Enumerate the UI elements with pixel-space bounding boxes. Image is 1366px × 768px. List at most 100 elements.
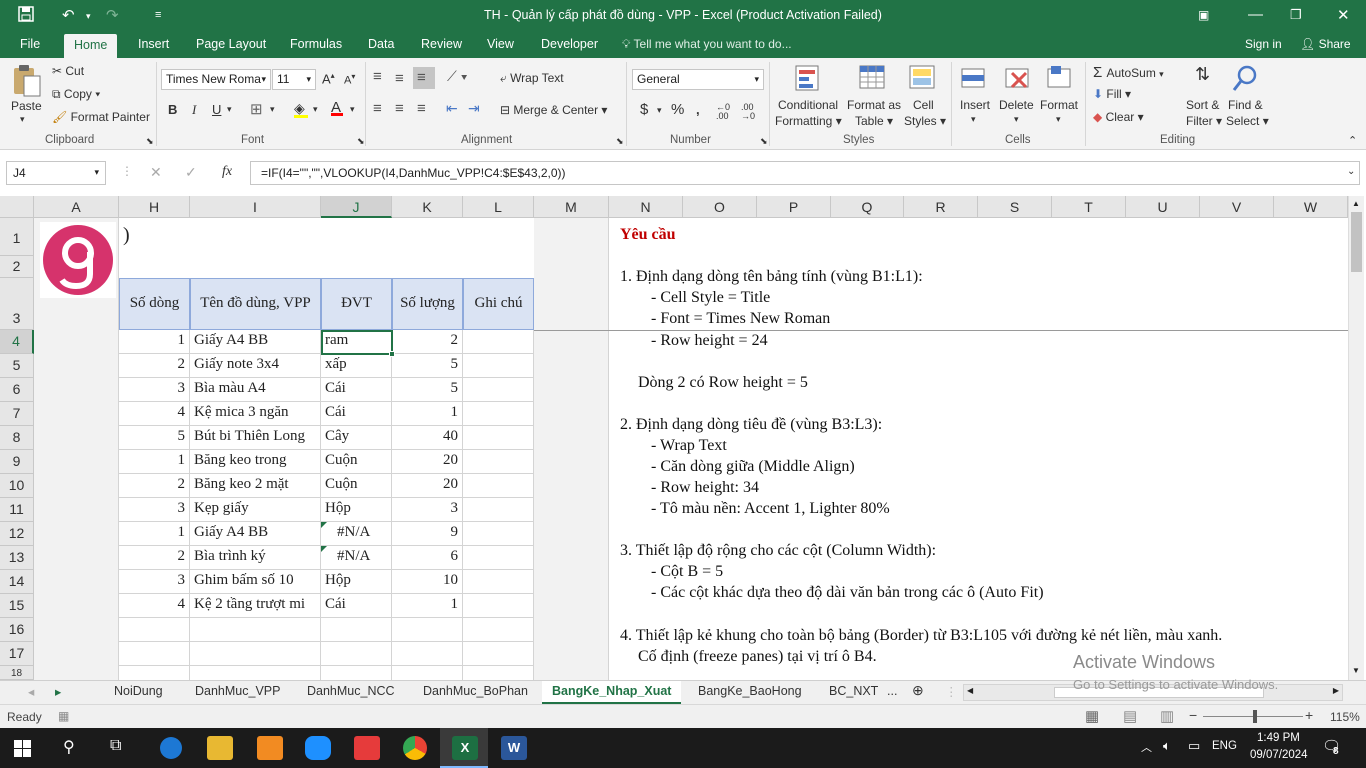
requirement-line[interactable]: Cố định (freeze panes) tại vị trí ô B4. [638, 648, 877, 666]
underline-dropdown-icon[interactable]: ▾ [227, 104, 232, 115]
more-sheets-button[interactable]: ... [887, 684, 897, 698]
table-cell[interactable]: Kệ 2 tầng trượt mi [190, 594, 321, 618]
row-header-11[interactable]: 11 [0, 498, 34, 522]
table-cell[interactable]: Hộp [321, 498, 392, 522]
table-cell[interactable]: Cái [321, 594, 392, 618]
tab-home[interactable]: Home [64, 34, 118, 58]
tell-me-search[interactable]: 💡︎ Tell me what you want to do... [622, 37, 792, 52]
table-cell[interactable]: 1 [392, 402, 463, 426]
grow-font-button[interactable]: A▴ [322, 71, 335, 86]
align-right-icon[interactable]: ≡ [417, 100, 426, 117]
table-cell[interactable] [463, 642, 534, 666]
header-dvt[interactable]: ĐVT [321, 278, 392, 330]
format-painter-button[interactable]: 🖌︎ Format Painter [52, 110, 150, 124]
row-header-6[interactable]: 6 [0, 378, 34, 402]
borders-icon[interactable]: ⊞ [250, 100, 263, 118]
table-cell[interactable] [463, 522, 534, 546]
column-header-m[interactable]: M [534, 196, 609, 218]
table-cell[interactable]: Cuộn [321, 474, 392, 498]
clear-button[interactable]: ◆ Clear ▾ [1093, 110, 1144, 124]
volume-muted-icon[interactable]: 🔈︎ [1163, 738, 1171, 754]
requirement-line[interactable]: - Row height = 24 [651, 332, 768, 350]
column-header-a[interactable]: A [34, 196, 119, 218]
requirement-line[interactable]: Dòng 2 có Row height = 5 [638, 374, 808, 392]
macro-record-icon[interactable]: ▦ [58, 709, 69, 723]
sheet-tab-bc-nxt[interactable]: BC_NXT [829, 684, 878, 698]
scroll-left-icon[interactable]: ◀ [967, 686, 973, 695]
column-header-w[interactable]: W [1274, 196, 1348, 218]
row-header-7[interactable]: 7 [0, 402, 34, 426]
scroll-right-icon[interactable]: ▶ [1333, 686, 1339, 695]
normal-view-icon[interactable]: ▦ [1085, 707, 1099, 725]
comma-style-icon[interactable]: , [696, 102, 700, 117]
table-cell[interactable] [463, 546, 534, 570]
restore-button[interactable]: ❐ [1290, 7, 1302, 23]
table-cell[interactable]: Cây [321, 426, 392, 450]
clock-date[interactable]: 09/07/2024 [1250, 749, 1308, 761]
table-cell[interactable]: 4 [119, 594, 190, 618]
sheet-tab-danhmuc-ncc[interactable]: DanhMuc_NCC [307, 684, 395, 698]
table-cell[interactable] [190, 642, 321, 666]
table-cell[interactable] [321, 642, 392, 666]
autosum-button[interactable]: Σ AutoSum ▾ [1093, 64, 1164, 81]
table-cell[interactable]: Giấy A4 BB [190, 522, 321, 546]
header-so-dong[interactable]: Số dòng [119, 278, 190, 330]
table-cell[interactable]: Băng keo 2 mặt [190, 474, 321, 498]
tab-view[interactable]: View [487, 37, 514, 51]
zoom-out-icon[interactable]: − [1189, 707, 1197, 723]
table-cell[interactable]: #N/A [321, 546, 392, 570]
column-header-l[interactable]: L [463, 196, 534, 218]
number-format-select[interactable]: General ▾ [632, 69, 764, 90]
ribbon-display-icon[interactable]: ▣ [1198, 8, 1209, 22]
column-header-n[interactable]: N [609, 196, 683, 218]
table-cell[interactable] [463, 666, 534, 680]
table-cell[interactable]: Giấy A4 BB [190, 330, 321, 354]
zoom-in-icon[interactable]: + [1305, 707, 1313, 723]
clock-time[interactable]: 1:49 PM [1257, 732, 1300, 744]
table-cell[interactable]: 1 [119, 450, 190, 474]
table-cell[interactable] [392, 666, 463, 680]
fill-handle[interactable] [389, 351, 395, 357]
currency-dropdown-icon[interactable]: ▾ [657, 105, 662, 116]
percent-button[interactable]: % [671, 101, 684, 118]
formula-input[interactable]: =IF(I4="","",VLOOKUP(I4,DanhMuc_VPP!C4:$… [250, 161, 1360, 185]
windows-start-icon[interactable] [14, 740, 31, 757]
tab-insert[interactable]: Insert [138, 37, 169, 51]
column-header-r[interactable]: R [904, 196, 978, 218]
column-header-p[interactable]: P [757, 196, 831, 218]
row-header-10[interactable]: 10 [0, 474, 34, 498]
worksheet-grid[interactable]: A H I J K L M N O P Q R S T U V W 1 2 3 … [0, 196, 1366, 680]
table-cell[interactable] [119, 642, 190, 666]
table-cell[interactable]: 20 [392, 450, 463, 474]
table-cell[interactable] [463, 570, 534, 594]
table-cell[interactable]: Bìa trình ký [190, 546, 321, 570]
table-cell[interactable] [119, 666, 190, 680]
column-header-i[interactable]: I [190, 196, 321, 218]
copy-button[interactable]: ⧉ Copy ▾ [52, 87, 100, 102]
table-cell[interactable]: 1 [119, 522, 190, 546]
confirm-entry-icon[interactable]: ✓ [185, 164, 197, 181]
zalo-app-icon[interactable] [305, 736, 331, 760]
table-cell[interactable]: Cái [321, 378, 392, 402]
table-cell[interactable]: 3 [119, 570, 190, 594]
table-cell[interactable]: 3 [119, 378, 190, 402]
increase-indent-icon[interactable]: ⇥ [468, 100, 480, 117]
table-cell[interactable]: 2 [119, 354, 190, 378]
table-cell[interactable]: Kẹp giấy [190, 498, 321, 522]
header-ten-do-dung[interactable]: Tên đồ dùng, VPP [190, 278, 321, 330]
table-cell[interactable] [321, 618, 392, 642]
column-header-j[interactable]: J [321, 196, 392, 218]
wrap-text-button[interactable]: ⤶ Wrap Text [500, 71, 564, 86]
align-top-icon[interactable]: ≡ [373, 68, 382, 85]
requirement-line[interactable]: - Tô màu nền: Accent 1, Lighter 80% [651, 500, 890, 518]
column-header-u[interactable]: U [1126, 196, 1200, 218]
fill-color-icon[interactable]: ◈ [294, 100, 308, 118]
tab-data[interactable]: Data [368, 37, 394, 51]
minimize-button[interactable]: — [1248, 6, 1263, 23]
close-button[interactable]: ✕ [1337, 6, 1350, 24]
row-header-4[interactable]: 4 [0, 330, 34, 354]
select-all-corner[interactable] [0, 196, 34, 218]
borders-dropdown-icon[interactable]: ▾ [270, 104, 275, 115]
insert-function-button[interactable]: fx [222, 164, 232, 180]
row-header-12[interactable]: 12 [0, 522, 34, 546]
